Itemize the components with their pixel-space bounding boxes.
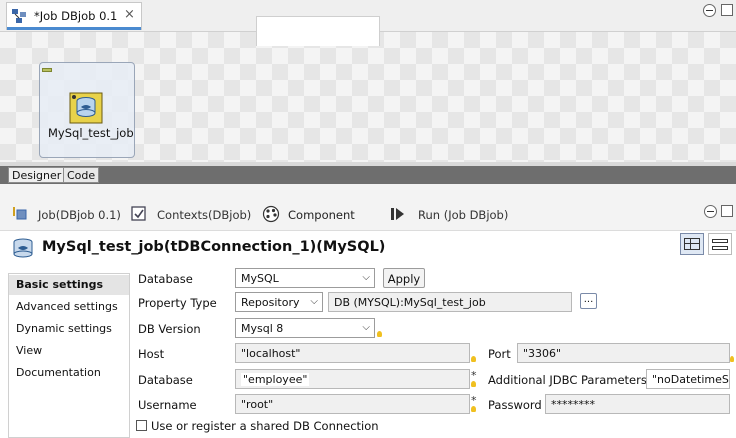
nav-basic-settings[interactable]: Basic settings bbox=[9, 275, 129, 295]
db-version-value: Mysql 8 bbox=[241, 322, 284, 335]
nav-documentation[interactable]: Documentation bbox=[9, 363, 129, 383]
minimize-icon[interactable] bbox=[703, 4, 716, 17]
tab-contexts-label[interactable]: Contexts(DBjob) bbox=[157, 208, 251, 222]
shared-connection-checkbox[interactable] bbox=[136, 420, 147, 431]
apply-button[interactable]: Apply bbox=[383, 268, 425, 288]
username-field[interactable]: "root" bbox=[235, 394, 470, 414]
password-field[interactable]: ******** bbox=[545, 394, 730, 414]
layout-table-icon[interactable] bbox=[680, 233, 704, 255]
minimize-panel-icon[interactable] bbox=[704, 205, 717, 218]
port-field[interactable]: "3306" bbox=[517, 343, 730, 363]
settings-nav: Basic settings Advanced settings Dynamic… bbox=[8, 273, 130, 438]
chevron-down-icon: ⌵ bbox=[362, 272, 370, 283]
tab-component-label[interactable]: Component bbox=[288, 208, 355, 222]
property-type-value: Repository bbox=[241, 296, 300, 309]
component-label[interactable]: MySql_test_job bbox=[48, 126, 134, 140]
tab-designer[interactable]: Designer bbox=[8, 167, 66, 183]
layout-list-icon[interactable] bbox=[708, 233, 732, 255]
designer-code-tab-bar: Designer Code bbox=[0, 166, 736, 184]
hint-bulb-icon bbox=[471, 406, 476, 412]
contexts-icon bbox=[131, 206, 146, 221]
close-icon[interactable]: × bbox=[124, 7, 135, 22]
mysql-connection-icon[interactable] bbox=[69, 92, 103, 124]
maximize-panel-icon[interactable] bbox=[721, 205, 733, 217]
component-panel-title: MySql_test_job(tDBConnection_1)(MySQL) bbox=[42, 239, 386, 255]
database-type-select[interactable]: MySQL ⌵ bbox=[235, 268, 375, 288]
username-label: Username bbox=[138, 398, 197, 412]
job-icon bbox=[13, 207, 27, 220]
jdbc-params-field[interactable]: "noDatetimeSt bbox=[646, 369, 730, 389]
property-type-select[interactable]: Repository ⌵ bbox=[235, 292, 323, 312]
run-icon bbox=[391, 208, 404, 220]
database-type-label: Database bbox=[138, 272, 193, 286]
tab-code[interactable]: Code bbox=[63, 167, 100, 183]
component-icon bbox=[262, 205, 280, 223]
db-version-label: DB Version bbox=[138, 322, 201, 336]
db-version-select[interactable]: Mysql 8 ⌵ bbox=[235, 318, 375, 338]
database-label: Database bbox=[138, 373, 193, 387]
port-label: Port bbox=[488, 347, 511, 361]
database-type-value: MySQL bbox=[241, 272, 279, 285]
database-field[interactable]: "employee" bbox=[235, 369, 470, 389]
job-tab-title: *Job DBjob 0.1 bbox=[34, 9, 118, 23]
maximize-icon[interactable] bbox=[721, 4, 733, 16]
hint-bulb-icon bbox=[377, 331, 382, 337]
mysql-db-icon bbox=[13, 238, 33, 258]
nav-view[interactable]: View bbox=[9, 341, 129, 361]
repository-field[interactable]: DB (MYSQL):MySql_test_job bbox=[328, 292, 572, 312]
nav-dynamic-settings[interactable]: Dynamic settings bbox=[9, 319, 129, 339]
hint-bulb-icon bbox=[471, 356, 476, 362]
tab-job-label[interactable]: Job(DBjob 0.1) bbox=[38, 208, 121, 222]
tab-run-label[interactable]: Run (Job DBjob) bbox=[418, 208, 508, 222]
database-value: "employee" bbox=[241, 373, 310, 386]
nav-advanced-settings[interactable]: Advanced settings bbox=[9, 297, 129, 317]
property-type-label: Property Type bbox=[138, 296, 217, 310]
job-design-icon bbox=[12, 9, 26, 23]
chevron-down-icon: ⌵ bbox=[310, 296, 318, 307]
view-tab-bar bbox=[0, 184, 736, 230]
chevron-down-icon: ⌵ bbox=[362, 322, 370, 333]
component-status-marker bbox=[42, 68, 52, 72]
browse-button[interactable]: ... bbox=[580, 293, 597, 309]
hint-bulb-icon bbox=[730, 356, 734, 362]
password-label: Password bbox=[488, 398, 542, 412]
jdbc-params-label: Additional JDBC Parameters bbox=[488, 373, 647, 387]
host-field[interactable]: "localhost" bbox=[235, 343, 470, 363]
hint-bulb-icon bbox=[471, 381, 476, 387]
active-tab-indicator bbox=[7, 27, 141, 30]
tab-component-selected[interactable] bbox=[256, 16, 380, 46]
shared-connection-label: Use or register a shared DB Connection bbox=[151, 419, 379, 433]
host-label: Host bbox=[138, 347, 165, 361]
